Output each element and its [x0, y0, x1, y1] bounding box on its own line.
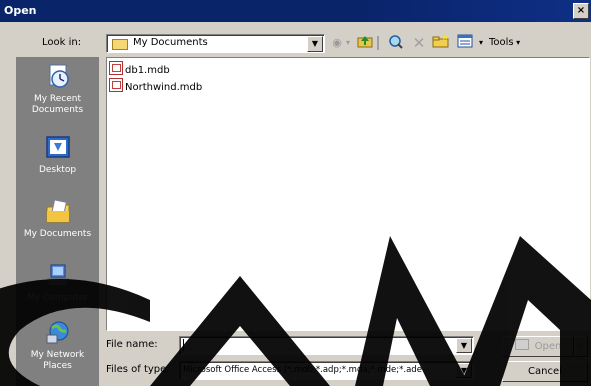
- place-desktop[interactable]: Desktop: [16, 134, 99, 176]
- up-folder-icon: [357, 36, 373, 48]
- look-in-label: Look in:: [42, 37, 82, 48]
- place-my-recent-documents[interactable]: My Recent Documents: [16, 63, 99, 116]
- back-icon[interactable]: ◉: [330, 34, 344, 52]
- file-list[interactable]: db1.mdb Northwind.mdb: [106, 57, 590, 331]
- network-places-icon: [46, 321, 68, 344]
- open-label: Open: [534, 341, 562, 352]
- file-name-label: File name:: [106, 339, 158, 350]
- file-name: Northwind.mdb: [125, 82, 203, 93]
- place-label: My Recent Documents: [31, 94, 84, 115]
- chevron-down-icon[interactable]: ▼: [456, 363, 472, 378]
- new-folder-icon: [432, 34, 449, 48]
- tools-menu[interactable]: Tools ▾: [489, 34, 529, 52]
- search-icon: [389, 35, 403, 49]
- place-label: My Computer: [27, 293, 88, 303]
- chevron-down-icon[interactable]: ▼: [456, 338, 472, 353]
- file-type-label: Files of type:: [106, 364, 170, 375]
- recent-documents-icon: [49, 64, 69, 88]
- place-label: Desktop: [38, 165, 77, 175]
- search-web-button[interactable]: [387, 34, 405, 52]
- place-my-network-places[interactable]: My Network Places: [16, 319, 99, 372]
- new-folder-button[interactable]: [432, 34, 450, 52]
- places-bar: My Recent Documents Desktop My Documents…: [16, 57, 99, 386]
- look-in-dropdown[interactable]: My Documents ▼: [106, 34, 325, 53]
- folder-icon: [112, 39, 128, 50]
- views-icon: [457, 34, 473, 48]
- views-dropdown-icon[interactable]: ▾: [477, 34, 485, 52]
- file-item[interactable]: Northwind.mdb: [109, 78, 203, 93]
- file-item[interactable]: db1.mdb: [109, 61, 170, 76]
- chevron-down-icon[interactable]: ▼: [307, 36, 323, 52]
- file-name: db1.mdb: [125, 65, 170, 76]
- my-documents-icon: [46, 199, 69, 223]
- views-button[interactable]: [456, 34, 474, 52]
- back-dropdown-icon[interactable]: ▾: [344, 34, 352, 52]
- window-title: Open: [4, 4, 37, 17]
- look-in-value: My Documents: [133, 37, 208, 48]
- access-database-icon: [109, 78, 123, 92]
- place-my-computer[interactable]: My Computer: [16, 262, 99, 304]
- desktop-icon: [45, 136, 70, 158]
- file-name-input[interactable]: ▼: [179, 336, 474, 355]
- file-type-dropdown[interactable]: Microsoft Office Access (*.mdb;*.adp;*.m…: [179, 361, 474, 380]
- open-dialog: Open × Look in: My Documents ▼ ◉ ▾ ✕ ▾ T…: [0, 0, 591, 386]
- up-folder-button[interactable]: [357, 34, 373, 52]
- place-label: My Documents: [23, 229, 92, 239]
- place-label: My Network Places: [30, 350, 85, 371]
- open-folder-icon: [514, 339, 529, 350]
- file-type-value: Microsoft Office Access (*.mdb;*.adp;*.m…: [183, 365, 422, 375]
- text-cursor: [183, 339, 184, 351]
- place-my-documents[interactable]: My Documents: [16, 198, 99, 240]
- tools-dropdown-icon: ▾: [513, 38, 521, 47]
- access-database-icon: [109, 61, 123, 75]
- open-dropdown-button[interactable]: ▾: [574, 336, 588, 357]
- open-button[interactable]: Open: [502, 336, 574, 357]
- title-bar[interactable]: Open ×: [0, 0, 591, 22]
- close-button[interactable]: ×: [573, 3, 589, 19]
- delete-icon[interactable]: ✕: [411, 34, 427, 52]
- cancel-button[interactable]: Cancel: [502, 361, 588, 382]
- tools-label: Tools: [489, 37, 514, 48]
- toolbar-separator: [377, 36, 379, 50]
- my-computer-icon: [47, 264, 68, 287]
